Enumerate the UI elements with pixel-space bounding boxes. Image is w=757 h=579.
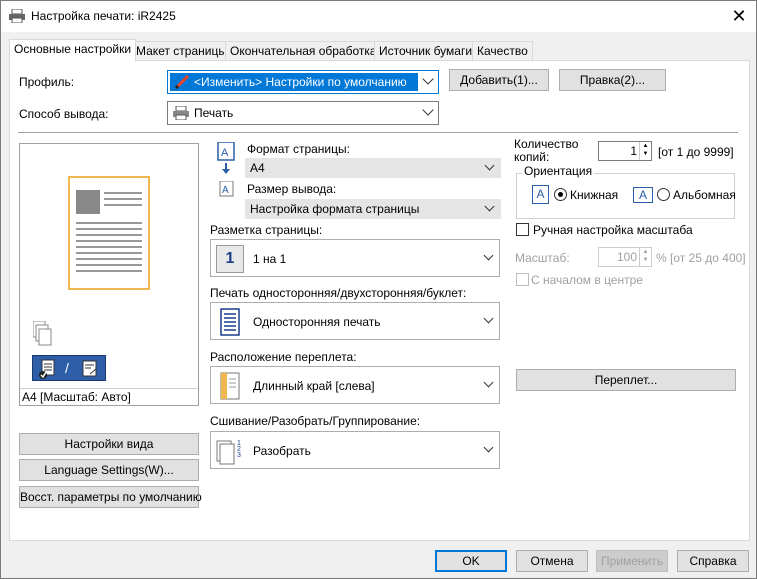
duplex-combo[interactable]: Односторонняя печать [210,302,500,340]
document-icon [39,359,55,379]
collate-label: Сшивание/Разобрать/Группирование: [210,414,421,428]
spinner-arrows-icon[interactable]: ▲ ▼ [639,248,651,266]
view-settings-button[interactable]: Настройки вида [19,433,199,455]
chevron-down-icon [484,160,495,171]
scale-spinner[interactable]: 100 ▲ ▼ [598,247,652,267]
close-icon[interactable]: ✕ [728,5,750,27]
center-label: С началом в центре [531,273,643,287]
scale-value: 100 [616,250,637,264]
printer-icon [9,9,25,23]
profile-edit-button[interactable]: Правка(2)... [559,69,666,91]
output-size-icon: A [219,181,234,197]
profile-value: <Изменить> Настройки по умолчанию [194,75,407,89]
title-bar: Настройка печати: iR2425 ✕ [1,1,756,32]
printer-icon [173,106,189,120]
manual-scale-label: Ручная настройка масштаба [533,223,693,237]
output-label: Способ вывода: [19,107,109,121]
chevron-down-icon [483,377,494,388]
pencil-icon [174,75,190,89]
one-up-icon: 1 [216,245,244,273]
binding-left-icon [220,372,240,400]
output-value: Печать [194,106,234,120]
single-sided-icon [220,308,240,336]
profile-label: Профиль: [19,75,75,89]
copies-label-line2: копий: [514,150,550,164]
svg-text:A: A [221,147,229,159]
duplex-value: Односторонняя печать [253,315,381,329]
print-settings-window: Настройка печати: iR2425 ✕ Основные наст… [0,0,757,579]
layout-value: 1 на 1 [253,252,287,266]
collate-value: Разобрать [253,444,311,458]
window-title: Настройка печати: iR2425 [31,9,176,23]
collate-icon: 1 2 3 [216,440,241,465]
binding-location-combo[interactable]: Длинный край [слева] [210,366,500,404]
preview-caption-bar: A4 [Масштаб: Авто] [20,388,198,405]
collate-combo[interactable]: 1 2 3 Разобрать [210,431,500,469]
apply-button[interactable]: Применить [596,550,668,572]
chevron-down-icon [422,73,434,85]
preview-mode-toggle[interactable]: / [32,355,106,381]
svg-text:A: A [222,185,229,196]
tab-quality[interactable]: Качество [472,41,533,61]
preview-image [76,190,100,214]
tab-finishing[interactable]: Окончательная обработка [225,41,382,61]
portrait-icon: A [532,185,549,204]
preview-caption: A4 [Масштаб: Авто] [22,390,131,404]
binding-location-label: Расположение переплета: [210,350,357,364]
preview-box: / A4 [Масштаб: Авто] [19,143,199,406]
landscape-radio[interactable] [657,188,670,201]
center-checkbox[interactable] [516,273,529,286]
profile-combo[interactable]: <Изменить> Настройки по умолчанию [167,70,439,94]
scale-label: Масштаб: [515,251,570,265]
chevron-down-icon [422,104,434,116]
output-size-label: Размер вывода: [247,182,337,196]
svg-text:3: 3 [237,452,241,459]
landscape-label: Альбомная [673,188,736,202]
page-preview [68,176,150,290]
page-format-icon: A [217,142,235,174]
layout-combo[interactable]: 1 1 на 1 [210,239,500,277]
tab-paper-source[interactable]: Источник бумаги [374,41,478,61]
chevron-down-icon [483,442,494,453]
page-setup-icon [82,360,97,377]
profile-selected: <Изменить> Настройки по умолчанию [170,73,418,91]
portrait-radio[interactable] [554,188,567,201]
help-button[interactable]: Справка [677,550,749,572]
page-format-label: Формат страницы: [247,142,350,156]
chevron-down-icon [483,250,494,261]
divider [18,132,738,133]
page-format-combo[interactable]: A4 [245,158,501,178]
copies-stack-icon [33,321,52,346]
copies-label-line1: Количество [514,137,579,151]
landscape-icon: A [633,187,653,203]
output-size-combo[interactable]: Настройка формата страницы [245,199,501,219]
chevron-down-icon [484,201,495,212]
scale-range: % [от 25 до 400] [656,251,746,265]
basic-settings-panel: Профиль: <Изменить> Настройки по умолчан… [9,60,750,541]
output-combo[interactable]: Печать [167,101,439,125]
restore-defaults-button[interactable]: Восст. параметры по умолчанию [19,486,202,508]
duplex-label: Печать односторонняя/двухсторонняя/букле… [210,286,467,300]
profile-add-button[interactable]: Добавить(1)... [449,69,549,91]
output-size-value: Настройка формата страницы [250,202,420,216]
ok-button[interactable]: OK [435,550,507,572]
layout-label: Разметка страницы: [210,223,323,237]
portrait-label: Книжная [570,188,619,202]
gutter-button[interactable]: Переплет... [516,369,736,391]
copies-spinner[interactable]: 1 ▲ ▼ [598,141,652,161]
preview-slash: / [65,360,69,376]
chevron-down-icon [483,313,494,324]
spinner-arrows-icon[interactable]: ▲ ▼ [639,142,651,160]
manual-scale-checkbox[interactable] [516,223,529,236]
copies-value: 1 [630,144,637,158]
tab-basic-settings[interactable]: Основные настройки [9,39,137,62]
page-format-value: A4 [250,161,265,175]
cancel-button[interactable]: Отмена [516,550,588,572]
language-settings-button[interactable]: Language Settings(W)... [19,459,199,481]
copies-range: [от 1 до 9999] [658,145,734,159]
orientation-legend: Ориентация [522,164,595,178]
binding-location-value: Длинный край [слева] [253,379,375,393]
tab-page-layout[interactable]: Макет страницы [131,41,232,61]
